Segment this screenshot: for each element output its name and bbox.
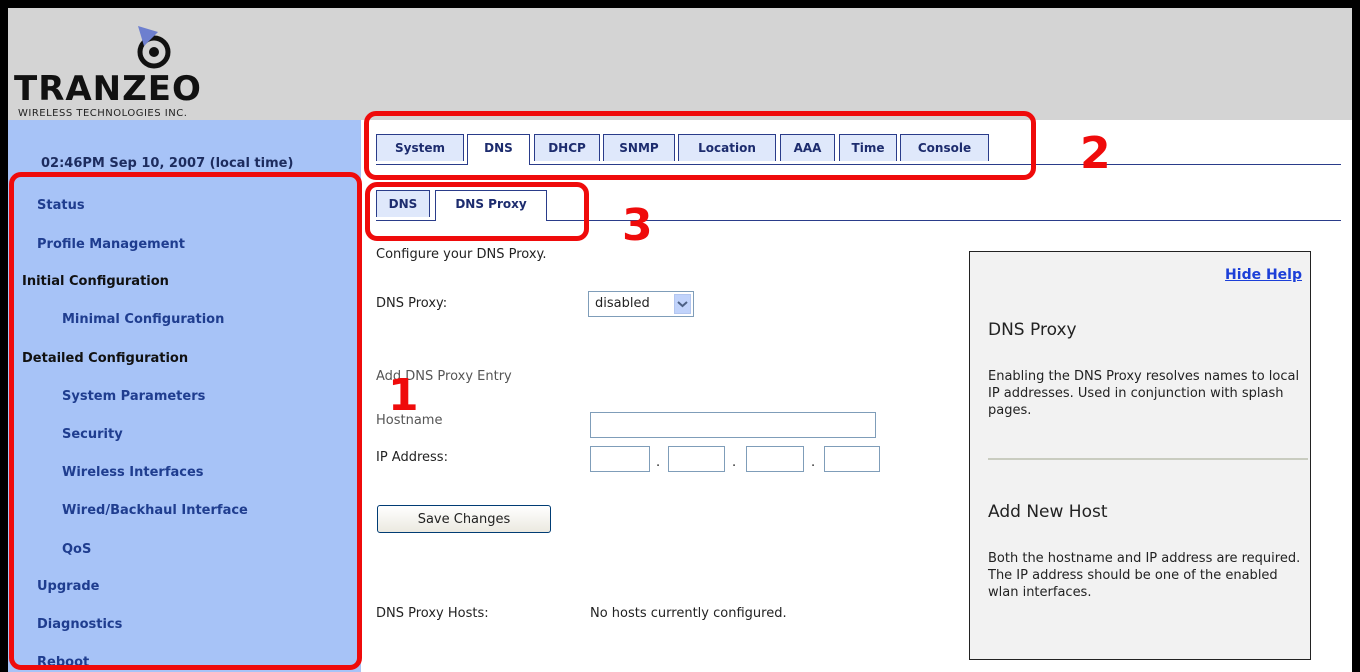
header-bar: TRANZEO WIRELESS TECHNOLOGIES INC. [8, 8, 1352, 120]
intro-text: Configure your DNS Proxy. [376, 247, 547, 262]
dns-proxy-selected-value: disabled [595, 296, 650, 311]
annotation-label-1: 1 [388, 370, 419, 421]
annotation-box-1 [9, 172, 362, 670]
ip-octet-3-input[interactable] [746, 446, 804, 472]
dns-proxy-select[interactable]: disabled [588, 291, 694, 317]
help-divider [988, 458, 1308, 460]
tranzeo-logo: TRANZEO WIRELESS TECHNOLOGIES INC. [14, 20, 284, 119]
annotation-label-3: 3 [622, 200, 653, 251]
hostname-input[interactable] [590, 412, 876, 438]
help-panel: Hide Help DNS Proxy Enabling the DNS Pro… [969, 251, 1311, 660]
save-changes-button[interactable]: Save Changes [377, 505, 551, 533]
annotation-label-2: 2 [1080, 128, 1111, 179]
help-add-host-title: Add New Host [988, 502, 1108, 522]
annotation-box-2 [364, 111, 1036, 180]
help-dns-proxy-text: Enabling the DNS Proxy resolves names to… [988, 369, 1300, 418]
ip-address-label: IP Address: [376, 450, 448, 465]
local-time: 02:46PM Sep 10, 2007 (local time) [41, 156, 294, 171]
ip-separator: . [811, 455, 816, 470]
ip-octet-4-input[interactable] [824, 446, 880, 472]
logo-mark-icon [137, 26, 171, 69]
annotation-box-3 [365, 182, 589, 241]
ip-octet-1-input[interactable] [590, 446, 650, 472]
chevron-down-icon[interactable] [674, 294, 691, 314]
help-add-host-text: Both the hostname and IP address are req… [988, 551, 1301, 600]
logo-tagline: WIRELESS TECHNOLOGIES INC. [18, 108, 188, 119]
logo-brand-text: TRANZEO [14, 69, 202, 109]
help-dns-proxy-title: DNS Proxy [988, 320, 1077, 340]
dns-proxy-hosts-label: DNS Proxy Hosts: [376, 606, 489, 621]
ip-octet-2-input[interactable] [668, 446, 725, 472]
ip-separator: . [656, 455, 661, 470]
ip-separator: . [732, 455, 737, 470]
hide-help-link[interactable]: Hide Help [1225, 267, 1302, 283]
page-frame: TRANZEO WIRELESS TECHNOLOGIES INC. 02:46… [8, 8, 1352, 672]
dns-proxy-hosts-value: No hosts currently configured. [590, 606, 787, 621]
dns-proxy-label: DNS Proxy: [376, 296, 448, 311]
